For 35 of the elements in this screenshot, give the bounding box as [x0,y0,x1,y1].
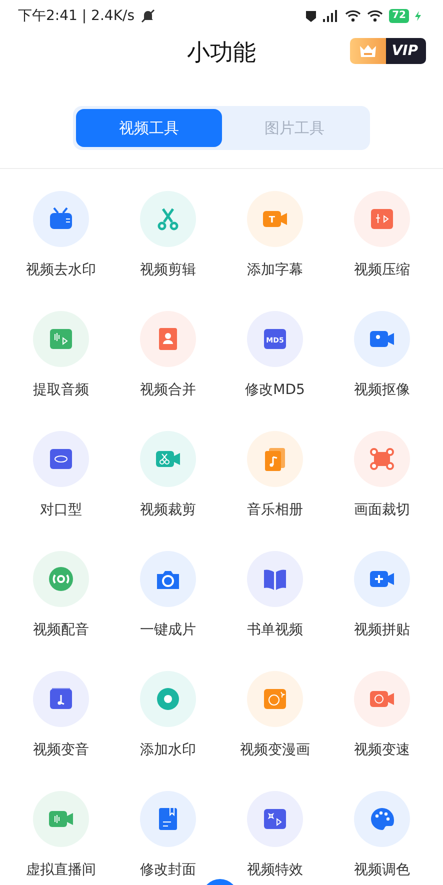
tool-label[interactable]: 视频去水印 [26,261,96,279]
tool-label[interactable]: 视频拼贴 [354,621,410,639]
tool-label[interactable]: 视频裁剪 [140,501,196,519]
status-time: 下午2:41 | 2.4K/s [18,7,135,25]
tool-label[interactable]: 提取音频 [33,381,89,399]
tool-label[interactable]: 视频特效 [247,861,303,879]
tool-label[interactable]: 视频抠像 [354,381,410,399]
tool-label[interactable]: 视频剪辑 [140,261,196,279]
tool-label[interactable]: 修改MD5 [245,381,305,399]
tool-label[interactable]: 虚拟直播间 [26,861,96,879]
tool-label[interactable]: 视频合并 [140,381,196,399]
muted-bell-icon [140,9,155,23]
tool-label[interactable]: 书单视频 [247,621,303,639]
tool-label[interactable]: 视频变漫画 [240,741,310,759]
tool-label[interactable]: 视频压缩 [354,261,410,279]
tool-label[interactable]: 画面裁切 [354,501,410,519]
tool-label[interactable]: 视频调色 [354,861,410,879]
tool-label[interactable]: 视频变速 [354,741,410,759]
signal-icon [323,10,340,22]
tool-label[interactable]: 修改封面 [140,861,196,879]
charging-icon [415,11,421,21]
tool-label[interactable]: 添加水印 [140,741,196,759]
wifi-icon [367,10,384,22]
tool-label[interactable]: 视频变音 [33,741,89,759]
page-title: 小功能 [187,38,256,68]
tab[interactable]: 视频工具 [76,109,222,147]
battery-level: 72 [389,9,409,23]
tool-label[interactable]: 对口型 [40,501,82,519]
tool-label[interactable]: 一键成片 [140,621,196,639]
shield-icon [305,10,318,22]
crown-icon [358,44,377,58]
tool-label[interactable]: 视频配音 [33,621,89,639]
tool-label[interactable]: 添加字幕 [247,261,303,279]
wifi-icon [345,10,362,22]
tool-label[interactable]: 音乐相册 [247,501,303,519]
